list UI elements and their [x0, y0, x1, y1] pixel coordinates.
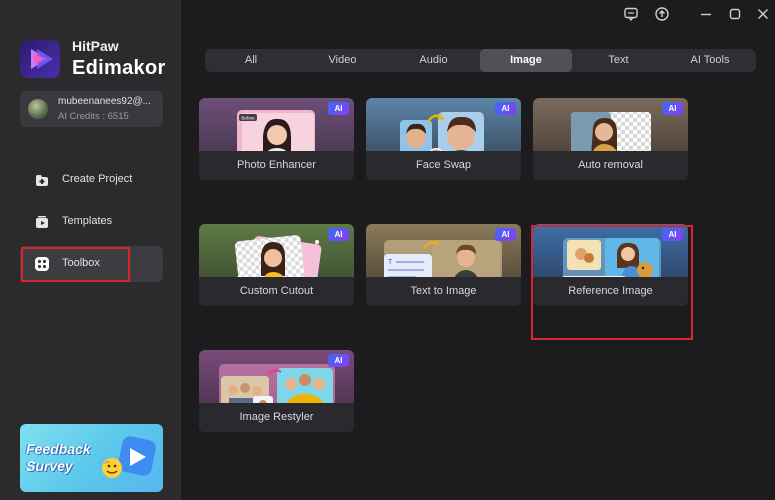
tool-card-image-restyler[interactable]: AI Image Restyler [199, 350, 354, 432]
ai-badge: AI [495, 228, 516, 241]
ai-credits: AI Credits : 6515 [58, 111, 129, 122]
ai-badge: AI [662, 102, 683, 115]
sidebar-item-label: Templates [62, 215, 113, 227]
tool-label: Photo Enhancer [237, 159, 316, 171]
tool-label: Custom Cutout [239, 285, 314, 297]
toolbox-highlight-box [21, 247, 130, 282]
tab-ai-tools[interactable]: AI Tools [664, 49, 756, 72]
brand-name: HitPaw [72, 38, 119, 54]
feedback-subtitle: Survey [26, 458, 73, 474]
ai-badge: AI [328, 354, 349, 367]
tool-label: Text to Image [410, 285, 477, 297]
feedback-title: Feedback [26, 441, 91, 457]
sidebar-item-label: Create Project [62, 173, 133, 185]
tool-card-custom-cutout[interactable]: AI Custom Cutout [199, 224, 354, 306]
tab-video[interactable]: Video [297, 49, 388, 72]
ai-badge: AI [328, 228, 349, 241]
minimize-icon[interactable] [698, 6, 714, 22]
avatar [28, 99, 48, 119]
tool-card-photo-enhancer[interactable]: Before After AI Photo Enhancer [199, 98, 354, 180]
sidebar-item-create-project[interactable]: Create Project [20, 162, 163, 198]
folder-plus-icon [34, 172, 50, 188]
tool-card-face-swap[interactable]: AI Face Swap [366, 98, 521, 180]
tool-card-text-to-image[interactable]: T AI Text to Image [366, 224, 521, 306]
before-tag: Before [241, 116, 255, 121]
chat-icon[interactable] [623, 6, 639, 22]
tool-label: Image Restyler [239, 411, 314, 423]
category-tabs: All Video Audio Image Text AI Tools [205, 49, 756, 72]
reference-image-highlight-box [531, 225, 693, 340]
svg-text:T: T [388, 259, 393, 266]
tool-label: Auto removal [578, 159, 643, 171]
tab-image[interactable]: Image [480, 49, 572, 72]
product-name: Edimakor [72, 57, 166, 79]
edimakor-logo-icon [20, 40, 60, 78]
ai-badge: AI [495, 102, 516, 115]
sidebar-item-templates[interactable]: Templates [20, 204, 163, 240]
upload-icon[interactable] [654, 6, 670, 22]
user-account-card[interactable]: mubeenanees92@... AI Credits : 6515 [20, 91, 163, 127]
tab-all[interactable]: All [205, 49, 297, 72]
feedback-survey-banner[interactable]: Feedback Survey [20, 424, 163, 492]
edimakor-window: HitPaw Edimakor mubeenanees92@... AI Cre… [0, 0, 775, 500]
close-icon[interactable] [755, 6, 771, 22]
tool-label: Face Swap [415, 159, 472, 171]
maximize-icon[interactable] [727, 6, 743, 22]
tab-audio[interactable]: Audio [388, 49, 479, 72]
user-name: mubeenanees92@... [58, 96, 151, 107]
tool-card-auto-removal[interactable]: AI Auto removal [533, 98, 688, 180]
sidebar: HitPaw Edimakor mubeenanees92@... AI Cre… [0, 0, 181, 500]
templates-icon [34, 214, 50, 230]
ai-badge: AI [328, 102, 349, 115]
tab-text[interactable]: Text [573, 49, 664, 72]
